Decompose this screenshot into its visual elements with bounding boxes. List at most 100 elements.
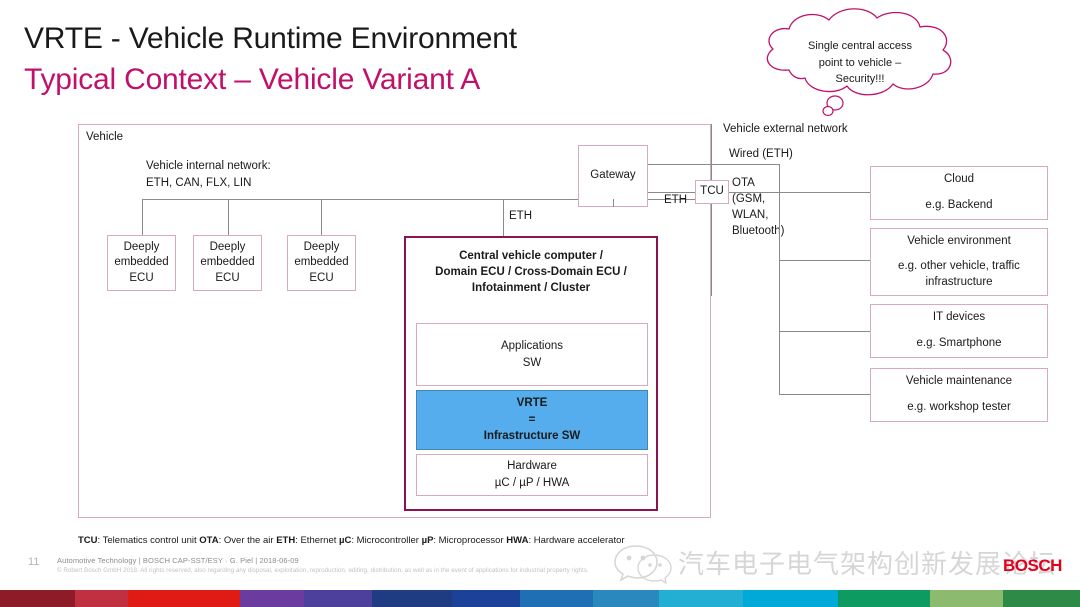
wired-eth-label: Wired (ETH): [729, 148, 793, 160]
hardware-box: Hardware µC / µP / HWA: [416, 454, 648, 496]
cloud-text-line2: point to vehicle –: [818, 56, 902, 69]
applications-line2: SW: [522, 356, 542, 369]
ecu-1-line1: Deeply: [123, 240, 160, 253]
color-bar-segment-14: [1003, 590, 1080, 607]
gateway-to-bus-line: [613, 199, 614, 207]
page-number: 11: [28, 556, 40, 568]
cvc-title-line1: Central vehicle computer /: [459, 250, 603, 262]
color-bar-segment-4: [239, 590, 304, 607]
branch-to-cloud: [779, 192, 870, 193]
central-computer-title: Central vehicle computer / Domain ECU / …: [406, 248, 656, 296]
eth-label-central: ETH: [509, 210, 532, 222]
gateway-wired-eth-line: [648, 164, 779, 165]
vehicle-boundary-label: Vehicle: [86, 131, 124, 143]
color-bar-segment-5: [303, 590, 372, 607]
cloud-text-line1: Single central access: [808, 40, 912, 52]
bosch-logo: BOSCH: [1003, 556, 1062, 575]
legend-term-tcu: TCU: [78, 535, 98, 546]
bus-drop-central-computer: [503, 199, 504, 236]
ecu-2-line3: ECU: [215, 271, 240, 284]
legend-def-hwa: : Hardware accelerator: [528, 535, 625, 546]
bus-drop-ecu-1: [142, 199, 143, 235]
color-bar-segment-12: [838, 590, 930, 607]
it-devices-example: e.g. Smartphone: [916, 337, 1002, 349]
color-bar-segment-10: [658, 590, 744, 607]
cloud-text-line3: Security!!!: [835, 73, 885, 85]
vehicle-maintenance-example: e.g. workshop tester: [907, 401, 1011, 413]
legend-term-uc: µC: [339, 535, 352, 546]
branch-to-vehicle-maintenance: [779, 394, 870, 395]
cloud-example: e.g. Backend: [925, 199, 993, 211]
internal-network-label: Vehicle internal network: ETH, CAN, FLX,…: [146, 160, 271, 189]
color-bar-segment-1: [0, 590, 76, 607]
legend-term-up: µP: [421, 535, 434, 546]
central-vehicle-computer: Central vehicle computer / Domain ECU / …: [404, 236, 658, 511]
hardware-line2: µC / µP / HWA: [494, 477, 570, 489]
it-devices-header: IT devices: [932, 311, 986, 324]
brand-color-bar: [0, 590, 1080, 607]
vrte-line1: VRTE: [516, 396, 548, 409]
bus-drop-ecu-2: [228, 199, 229, 235]
external-box-it-devices: IT devices e.g. Smartphone: [870, 304, 1048, 358]
tcu-box: TCU: [695, 180, 729, 204]
color-bar-segment-7: [452, 590, 520, 607]
ecu-1-line2: embedded: [114, 256, 169, 269]
tcu-vertical-line: [711, 124, 712, 180]
legend-term-ota: OTA: [199, 535, 219, 546]
color-bar-segment-13: [929, 590, 1004, 607]
applications-sw-box: Applications SW: [416, 323, 648, 386]
ecu-2-line2: embedded: [200, 256, 255, 269]
vrte-line2: =: [528, 413, 536, 426]
external-box-vehicle-maintenance: Vehicle maintenance e.g. workshop tester: [870, 368, 1048, 422]
wechat-icon: [614, 545, 672, 585]
legend-def-uc: : Microcontroller: [351, 535, 422, 546]
cvc-title-line2: Domain ECU / Cross-Domain ECU /: [435, 266, 627, 279]
external-network-label: Vehicle external network: [723, 123, 848, 135]
legend-def-eth: : Ethernet: [295, 535, 340, 546]
ecu-3-line1: Deeply: [303, 240, 340, 253]
vrte-line3: Infrastructure SW: [483, 430, 581, 443]
color-bar-segment-2: [75, 590, 129, 607]
bus-drop-ecu-3: [321, 199, 322, 235]
page-title: VRTE - Vehicle Runtime Environment: [24, 22, 517, 55]
deeply-embedded-ecu-3: Deeply embedded ECU: [287, 235, 356, 291]
tcu-label: TCU: [700, 185, 724, 198]
legend-def-up: : Microprocessor: [433, 535, 507, 546]
cloud-callout-text: Single central access point to vehicle –…: [781, 38, 939, 88]
legend-term-hwa: HWA: [506, 535, 529, 546]
ecu-1-line3: ECU: [129, 271, 154, 284]
cloud-header: Cloud: [943, 173, 975, 186]
deeply-embedded-ecu-1: Deeply embedded ECU: [107, 235, 176, 291]
branch-to-vehicle-environment: [779, 260, 870, 261]
deeply-embedded-ecu-2: Deeply embedded ECU: [193, 235, 262, 291]
external-box-cloud: Cloud e.g. Backend: [870, 166, 1048, 220]
branch-to-it-devices: [779, 331, 870, 332]
legend-term-eth: ETH: [276, 535, 296, 546]
external-box-vehicle-environment: Vehicle environment e.g. other vehicle, …: [870, 228, 1048, 296]
color-bar-segment-6: [371, 590, 453, 607]
ecu-3-line3: ECU: [309, 271, 334, 284]
footer-copyright-line: © Robert Bosch GmbH 2018. All rights res…: [57, 567, 589, 574]
color-bar-segment-11: [743, 590, 839, 607]
applications-line1: Applications: [500, 339, 563, 352]
ota-label: OTA (GSM, WLAN, Bluetooth): [732, 177, 785, 238]
vehicle-maintenance-header: Vehicle maintenance: [905, 375, 1013, 388]
ecu-3-line2: embedded: [294, 256, 349, 269]
eth-label-gateway: ETH: [664, 194, 687, 206]
legend-def-tcu: : Telematics control unit: [97, 535, 200, 546]
footer-source-line: Automotive Technology | BOSCH CAP-SST/ES…: [57, 556, 299, 565]
vehicle-environment-example: e.g. other vehicle, traffic infrastructu…: [898, 260, 1020, 288]
hardware-line1: Hardware: [507, 460, 557, 473]
legend-def-ota: : Over the air: [218, 535, 277, 546]
color-bar-segment-9: [593, 590, 659, 607]
gateway-label: Gateway: [590, 169, 636, 182]
slide-canvas: VRTE - Vehicle Runtime Environment Typic…: [0, 0, 1080, 607]
external-trunk-line: [779, 164, 780, 394]
watermark-text: 汽车电子电气架构创新发展论坛: [678, 550, 1057, 580]
vrte-infrastructure-sw-box: VRTE = Infrastructure SW: [416, 390, 648, 450]
tcu-vertical-line-lower: [711, 204, 712, 296]
security-cloud-callout: Single central access point to vehicle –…: [745, 8, 975, 120]
forum-watermark: 汽车电子电气架构创新发展论坛: [612, 540, 1055, 586]
abbreviation-legend: TCU: Telematics control unit OTA: Over t…: [78, 535, 625, 546]
ecu-2-line1: Deeply: [209, 240, 246, 253]
